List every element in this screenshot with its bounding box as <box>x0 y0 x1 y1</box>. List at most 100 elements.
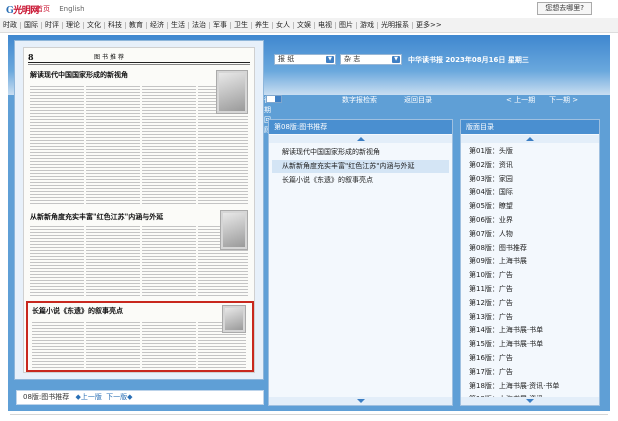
column-gap <box>84 86 86 204</box>
nav-item[interactable]: 教育 <box>126 18 146 32</box>
arrow-up-icon <box>356 137 365 141</box>
paper-page-number: 8 <box>28 52 34 62</box>
pages-scroll-down[interactable] <box>461 397 599 405</box>
page-list-item[interactable]: 第12版：广告 <box>469 297 595 309</box>
page-list-item[interactable]: 第15版：上海书展·书单 <box>469 338 595 350</box>
nav-item[interactable]: 光明报系 <box>378 18 412 32</box>
page-list-item[interactable]: 第03版：家园 <box>469 173 595 185</box>
prev-page-link[interactable]: ◆上一版 <box>76 393 102 401</box>
arrow-up-icon <box>526 137 534 141</box>
nav-item[interactable]: 法治 <box>189 18 209 32</box>
reader-toolbar: 往期回顾 数字报检索 返回目录 < 上一期 下一期 > <box>264 95 579 134</box>
paper-photo <box>222 305 246 333</box>
page-list-item[interactable]: 第11版：广告 <box>469 283 595 295</box>
paper-article-3-body[interactable] <box>32 322 246 368</box>
paper-rule <box>28 64 250 65</box>
article-item[interactable]: 长篇小说《东遗》的叙事亮点 <box>272 174 449 187</box>
nav-item[interactable]: 养生 <box>252 18 272 32</box>
column-gap <box>84 226 86 298</box>
logo-text: 光明网 <box>13 6 39 16</box>
top-bar: G光明网 首页 English 您想去哪里? <box>0 0 618 18</box>
pages-scroll-up[interactable] <box>461 135 599 143</box>
pages-panel: 版面目录 第01版：头版 第02版：资讯 第03版：家园 第04版：国际 第05版：瞭望… <box>460 119 600 406</box>
nav-item[interactable]: 文娱 <box>294 18 314 32</box>
top-links: 首页 English <box>36 4 92 14</box>
newspaper-page-image[interactable]: 8 图书推荐 解读现代中国国家形成的新视角 从新新角度充实丰富"红色江苏"内涵与… <box>23 47 255 373</box>
articles-scroll-up[interactable] <box>269 135 452 143</box>
column-gap <box>196 226 198 298</box>
prev-issue-link[interactable]: < 上一期 <box>506 95 535 105</box>
arrow-down-icon <box>526 399 534 403</box>
nav-item[interactable]: 科技 <box>105 18 125 32</box>
page-list-item[interactable]: 第08版：图书推荐 <box>469 242 595 254</box>
paper-photo <box>220 210 248 250</box>
page-list-item[interactable]: 第13版：广告 <box>469 311 595 323</box>
column-gap <box>196 86 198 204</box>
column-gap <box>140 86 142 204</box>
page-nav-bar: 08版:图书推荐 ◆上一版 下一版◆ <box>16 390 264 405</box>
nav-item[interactable]: 生活 <box>168 18 188 32</box>
nav-item[interactable]: 军事 <box>210 18 230 32</box>
page-list-item[interactable]: 第02版：资讯 <box>469 159 595 171</box>
nav-item[interactable]: 文化 <box>84 18 104 32</box>
paper-article-2-body[interactable] <box>30 226 248 298</box>
page-list-item[interactable]: 第01版：头版 <box>469 145 595 157</box>
paper-section-name: 图书推荐 <box>94 54 127 61</box>
column-gap <box>84 322 86 368</box>
paper-rule <box>28 62 250 63</box>
nav-item[interactable]: 理论 <box>63 18 83 32</box>
current-page-label: 08版:图书推荐 <box>23 393 70 401</box>
home-link[interactable]: 首页 <box>36 5 50 13</box>
next-page-link[interactable]: 下一版◆ <box>106 393 132 401</box>
articles-panel-title: 第08版:图书推荐 <box>269 120 452 134</box>
nav-item[interactable]: 图片 <box>336 18 356 32</box>
page-list-item[interactable]: 第18版：上海书展·资讯·书单 <box>469 380 595 392</box>
nav-item[interactable]: 卫生 <box>231 18 251 32</box>
chevron-down-icon <box>275 96 281 102</box>
nav-item[interactable]: 时政 <box>0 18 20 32</box>
epaper-reader: 8 图书推荐 解读现代中国国家形成的新视角 从新新角度充实丰富"红色江苏"内涵与… <box>8 35 610 411</box>
page-list-item[interactable]: 第04版：国际 <box>469 186 595 198</box>
nav-item[interactable]: 游戏 <box>357 18 377 32</box>
pages-panel-title: 版面目录 <box>461 120 599 134</box>
paper-type-value: 报 纸 <box>278 55 295 63</box>
where-to-go-button[interactable]: 您想去哪里? <box>537 2 592 15</box>
nav-item[interactable]: 国际 <box>21 18 41 32</box>
footer-divider <box>10 414 608 415</box>
page-list-item[interactable]: 第16版：广告 <box>469 352 595 364</box>
column-gap <box>140 322 142 368</box>
articles-scroll-down[interactable] <box>269 397 452 405</box>
paper-headline-2[interactable]: 从新新角度充实丰富"红色江苏"内涵与外延 <box>30 212 163 222</box>
nav-item[interactable]: 时评 <box>42 18 62 32</box>
column-gap <box>196 322 198 368</box>
article-item[interactable]: 从新新角度充实丰富"红色江苏"内涵与外延 <box>272 160 449 173</box>
page-list-item[interactable]: 第14版：上海书展·书单 <box>469 324 595 336</box>
nav-item[interactable]: 更多>> <box>413 18 445 32</box>
site-logo[interactable]: G光明网 <box>6 3 39 16</box>
arrow-down-icon <box>356 399 365 403</box>
newspaper-page-frame: 8 图书推荐 解读现代中国国家形成的新视角 从新新角度充实丰富"红色江苏"内涵与… <box>14 40 264 380</box>
next-issue-link[interactable]: 下一期 > <box>549 95 578 105</box>
issue-date: 中华读书报 2023年08月16日 星期三 <box>408 56 529 64</box>
articles-panel: 第08版:图书推荐 解读现代中国国家形成的新视角 从新新角度充实丰富"红色江苏"… <box>268 119 453 406</box>
page-list-item[interactable]: 第17版：广告 <box>469 366 595 378</box>
column-gap <box>140 226 142 298</box>
page-list-item[interactable]: 第05版：瞭望 <box>469 200 595 212</box>
channel-nav: 时政 国际 时评 理论 文化 科技 教育 经济 生活 法治 军事 卫生 养生 女人 文娱 电视 图片 游戏 光明报系… <box>0 18 618 33</box>
paper-headline-1[interactable]: 解读现代中国国家形成的新视角 <box>30 70 128 80</box>
back-to-toc-link[interactable]: 返回目录 <box>404 95 432 105</box>
page-list-item[interactable]: 第10版：广告 <box>469 269 595 281</box>
nav-item[interactable]: 女人 <box>273 18 293 32</box>
page-list-item[interactable]: 第09版：上海书展 <box>469 255 595 267</box>
nav-item[interactable]: 电视 <box>315 18 335 32</box>
page-list-item[interactable]: 第07版：人物 <box>469 228 595 240</box>
digital-search-link[interactable]: 数字报检索 <box>342 95 377 105</box>
page-list-item[interactable]: 第06版：业界 <box>469 214 595 226</box>
article-item[interactable]: 解读现代中国国家形成的新视角 <box>272 146 449 159</box>
paper-headline-3[interactable]: 长篇小说《东遗》的叙事亮点 <box>32 306 123 316</box>
nav-item[interactable]: 经济 <box>147 18 167 32</box>
issue-select[interactable] <box>266 95 282 103</box>
paper-type-select[interactable]: 报 纸 ▼ <box>274 54 336 65</box>
english-link[interactable]: English <box>59 5 84 13</box>
magazine-select[interactable]: 杂 志 ▼ <box>340 54 402 65</box>
